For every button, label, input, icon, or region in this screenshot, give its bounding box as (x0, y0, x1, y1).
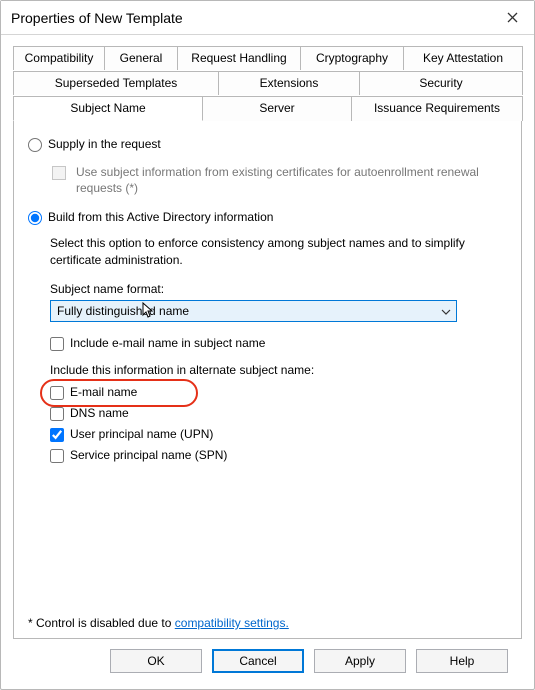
build-description: Select this option to enforce consistenc… (50, 235, 507, 267)
radio-supply-label: Supply in the request (48, 137, 161, 151)
checkbox-dns-name-label: DNS name (70, 406, 129, 420)
window-title: Properties of New Template (11, 10, 183, 26)
tab-strip: Compatibility General Request Handling C… (13, 45, 522, 121)
checkbox-spn[interactable] (50, 449, 64, 463)
close-icon (507, 12, 518, 23)
supply-sub-text: Use subject information from existing ce… (76, 164, 507, 196)
dialog-content: Compatibility General Request Handling C… (1, 35, 534, 689)
ok-button[interactable]: OK (110, 649, 202, 673)
footnote: * Control is disabled due to compatibili… (28, 606, 507, 630)
subject-name-format-label: Subject name format: (50, 282, 507, 296)
tab-panel-subject-name: Supply in the request Use subject inform… (13, 121, 522, 639)
title-bar: Properties of New Template (1, 1, 534, 35)
help-button[interactable]: Help (416, 649, 508, 673)
dialog-button-row: OK Cancel Apply Help (13, 639, 522, 685)
checkbox-dns-name[interactable] (50, 407, 64, 421)
tab-server[interactable]: Server (202, 96, 352, 121)
footnote-prefix: * Control is disabled due to (28, 616, 175, 630)
tab-key-attestation[interactable]: Key Attestation (403, 46, 523, 70)
radio-build-label: Build from this Active Directory informa… (48, 210, 273, 224)
checkbox-upn[interactable] (50, 428, 64, 442)
compatibility-settings-link[interactable]: compatibility settings. (175, 616, 289, 630)
alt-subject-name-header: Include this information in alternate su… (50, 363, 507, 377)
radio-build-from-ad[interactable] (28, 211, 42, 225)
subject-name-format-combo[interactable] (50, 300, 457, 322)
checkbox-upn-label: User principal name (UPN) (70, 427, 213, 441)
checkbox-include-email-in-subject[interactable] (50, 337, 64, 351)
tab-cryptography[interactable]: Cryptography (300, 46, 404, 70)
close-button[interactable] (500, 6, 524, 30)
supply-sub-option: Use subject information from existing ce… (52, 164, 507, 196)
checkbox-use-existing-disabled (52, 166, 66, 180)
checkbox-spn-label: Service principal name (SPN) (70, 448, 227, 462)
tab-extensions[interactable]: Extensions (218, 71, 360, 95)
checkbox-email-name-label: E-mail name (70, 385, 137, 399)
tab-superseded-templates[interactable]: Superseded Templates (13, 71, 219, 95)
subject-name-format-combo-wrap (50, 300, 457, 322)
apply-button[interactable]: Apply (314, 649, 406, 673)
tab-issuance-requirements[interactable]: Issuance Requirements (351, 96, 523, 121)
tab-security[interactable]: Security (359, 71, 523, 95)
tab-compatibility[interactable]: Compatibility (13, 46, 105, 70)
radio-supply-in-request[interactable] (28, 138, 42, 152)
tab-request-handling[interactable]: Request Handling (177, 46, 301, 70)
checkbox-include-email-label: Include e-mail name in subject name (70, 336, 265, 350)
dialog-properties-new-template: Properties of New Template Compatibility… (0, 0, 535, 690)
cancel-button[interactable]: Cancel (212, 649, 304, 673)
checkbox-email-name[interactable] (50, 386, 64, 400)
tab-subject-name[interactable]: Subject Name (13, 96, 203, 121)
tab-general[interactable]: General (104, 46, 178, 70)
